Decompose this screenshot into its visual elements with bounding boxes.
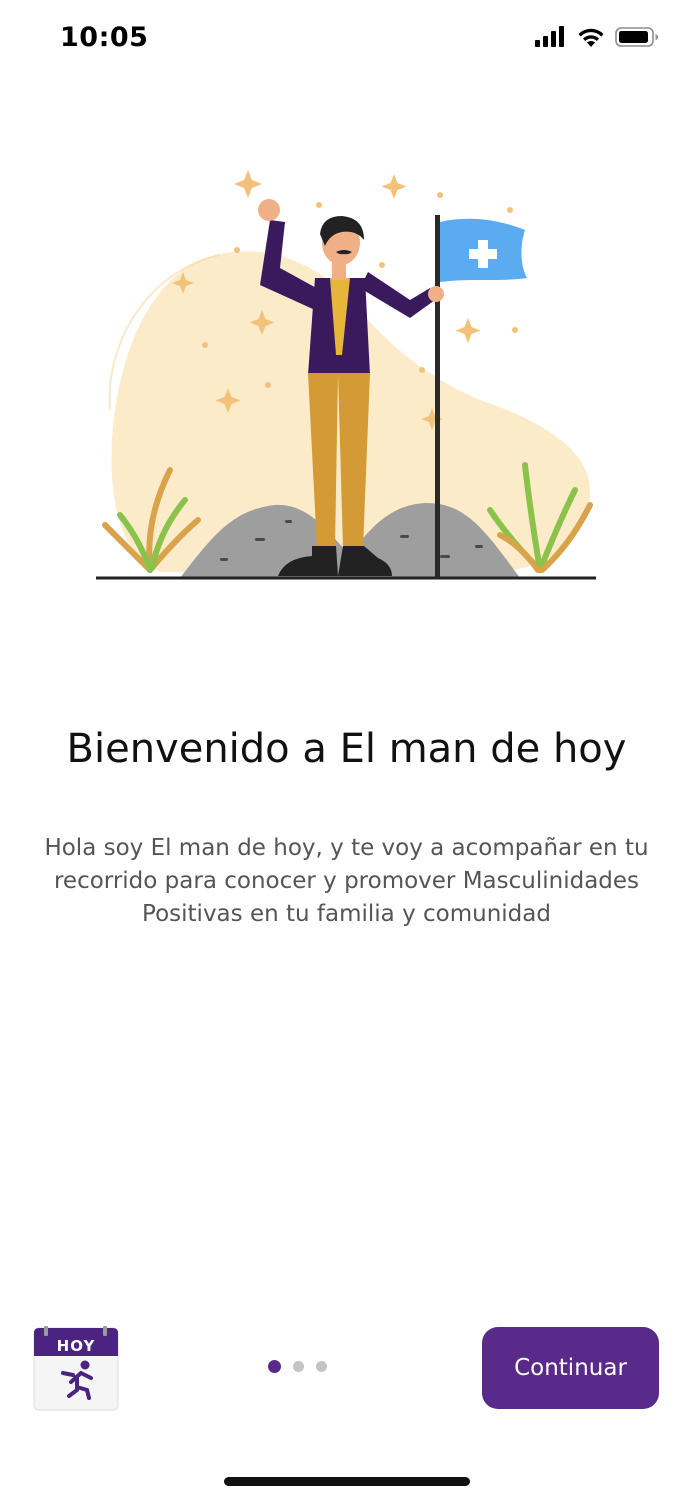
signal-icon xyxy=(535,26,564,47)
page-indicator xyxy=(268,1360,327,1373)
status-time: 10:05 xyxy=(60,22,149,53)
page-dot xyxy=(316,1361,327,1372)
wifi-icon xyxy=(578,28,604,47)
status-icons xyxy=(535,26,659,48)
onboarding-description: Hola soy El man de hoy, y te voy a acomp… xyxy=(44,835,649,927)
app-logo-text: HOY xyxy=(57,1337,96,1355)
page-dot xyxy=(293,1361,304,1372)
battery-icon xyxy=(615,27,658,47)
home-indicator[interactable] xyxy=(224,1477,470,1486)
page-title: Bienvenido a El man de hoy xyxy=(66,726,627,772)
flag-pole xyxy=(435,215,440,578)
status-bar: 10:05 xyxy=(0,0,693,80)
man-with-flag-illustration xyxy=(96,170,596,580)
app-logo-icon: HOY xyxy=(33,1326,119,1411)
page-dot-active xyxy=(268,1360,281,1373)
continue-button[interactable]: Continuar xyxy=(482,1327,659,1409)
